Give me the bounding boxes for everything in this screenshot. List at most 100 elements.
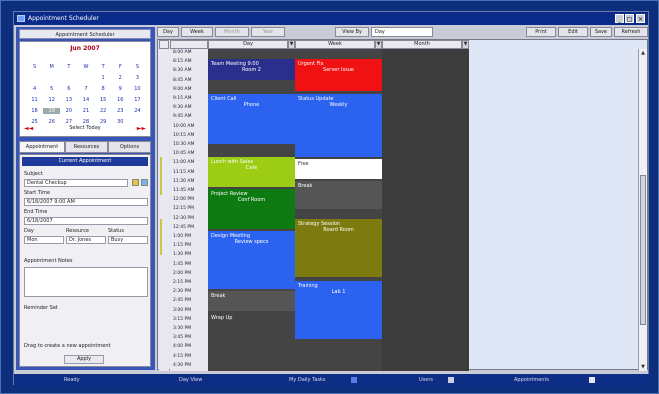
folder-icon[interactable] [132,179,139,186]
tab-resources[interactable]: Resources [65,141,108,153]
calendar-day[interactable]: 21 [77,108,94,114]
tasks-icon[interactable] [351,377,357,383]
calendar-day[interactable] [77,75,94,81]
appointment-block[interactable]: Training Lab 1 [295,281,382,339]
resource-field[interactable]: Dr. Jones [66,236,106,244]
minimize-icon[interactable]: _ [615,14,624,23]
view-select[interactable]: Day [371,27,433,37]
appointments-icon[interactable] [589,377,595,383]
appointment-block[interactable]: Wrap Up [208,313,295,339]
sidebar-header: Appointment Scheduler [19,29,151,39]
appointment-block[interactable]: Design Meeting Review specs [208,231,295,289]
maximize-icon[interactable]: □ [625,14,634,23]
appointment-block[interactable]: Strategy Session Board Room [295,219,382,277]
weekday-label: T [101,64,105,70]
calendar-day[interactable]: 24 [129,108,146,114]
lookup-icon[interactable] [141,179,148,186]
calendar-day[interactable] [43,75,60,81]
resource-label: Resource [66,228,89,234]
calendar-day[interactable]: 11 [26,97,43,103]
time-header [170,40,208,49]
edit-button[interactable]: Edit [558,27,588,37]
calendar-footer: ◄◄ Select Today ►► [20,125,150,133]
tab-appointment[interactable]: Appointment [19,141,65,153]
week-button[interactable]: Week [181,27,213,37]
calendar-day[interactable]: 2 [112,75,129,81]
users-icon[interactable] [448,377,454,383]
calendar-day[interactable]: 10 [129,86,146,92]
appointment-block[interactable]: Break [208,291,295,311]
calendar-day[interactable]: 8 [95,86,112,92]
calendar-day[interactable] [26,75,43,81]
calendar-day[interactable]: 16 [112,97,129,103]
scroll-thumb[interactable] [640,175,646,325]
time-label: 4:00 PM [173,344,192,350]
column-header-month[interactable]: Month [382,40,462,49]
scroll-up-icon[interactable]: ▲ [639,49,647,57]
start-field[interactable]: 6/18/2007 9:00 AM [24,198,148,206]
prev-month-icon[interactable]: ◄◄ [24,125,33,132]
status-appointments[interactable]: Appointments [514,374,549,386]
appointment-block[interactable]: Urgent Fix Server Issue [295,59,382,91]
refresh-button[interactable]: Refresh [614,27,648,37]
column-header-week[interactable]: Week [295,40,375,49]
appointment-block[interactable]: Free [295,159,382,179]
subject-label: Subject [24,171,43,177]
calendar-day[interactable] [60,75,77,81]
calendar-day[interactable]: 1 [95,75,112,81]
calendar-day[interactable]: 13 [60,97,77,103]
appointment-detail: Conf Room [237,197,266,203]
chevron-down-icon[interactable]: ▼ [462,40,469,49]
appointment-block[interactable]: Client Call Phone [208,94,295,144]
status-tasks[interactable]: My Daily Tasks [289,374,326,386]
calendar-day[interactable]: 17 [129,97,146,103]
status-users[interactable]: Users [419,374,433,386]
view-by-label: View By [335,27,369,37]
calendar-day[interactable]: 23 [112,108,129,114]
calendar-day[interactable]: 3 [129,75,146,81]
calendar-day[interactable]: 7 [77,86,94,92]
calendar-day[interactable]: 19 [43,108,61,114]
weekday-label: S [32,64,37,70]
end-field[interactable]: 6/18/2007 [24,217,148,225]
time-label: 9:15 AM [173,96,192,101]
month-button[interactable]: Month [215,27,249,37]
status-field[interactable]: Busy [108,236,148,244]
weekday-label: S [135,64,139,70]
day-field[interactable]: Mon [24,236,64,244]
column-header-day[interactable]: Day [208,40,288,49]
day-button[interactable]: Day [157,27,179,37]
next-month-icon[interactable]: ►► [137,125,146,132]
print-button[interactable]: Print [526,27,556,37]
calendar-day[interactable]: 15 [95,97,112,103]
calendar-day[interactable]: 6 [60,86,77,92]
chevron-down-icon[interactable]: ▼ [375,40,382,49]
calendar-day[interactable]: 20 [60,108,77,114]
window-title: Appointment Scheduler [28,15,99,22]
calendar-day[interactable]: 5 [43,86,60,92]
calendar-day[interactable]: 22 [95,108,112,114]
appointment-block[interactable]: Break [295,181,382,209]
calendar-day[interactable]: 4 [26,86,43,92]
chevron-down-icon[interactable]: ▼ [288,40,295,49]
calendar-day[interactable]: 18 [26,108,43,114]
calendar-day[interactable]: 12 [43,97,60,103]
vertical-scrollbar[interactable]: ▲ ▼ [638,49,647,371]
toolbar: Day Week Month Year View By Day Print Ed… [157,27,648,38]
calendar-day[interactable]: 14 [77,97,94,103]
appointment-block[interactable]: Team Meeting 9:00 Room 2 [208,59,295,80]
apply-button[interactable]: Apply [64,355,104,364]
year-button[interactable]: Year [251,27,285,37]
select-today-link[interactable]: Select Today [69,125,100,131]
save-button[interactable]: Save [590,27,612,37]
close-icon[interactable]: × [636,14,645,23]
scroll-down-icon[interactable]: ▼ [639,363,647,371]
tab-options[interactable]: Options [108,141,151,153]
appointment-block[interactable]: Project Review Conf Room [208,189,295,229]
appointment-block[interactable]: Lunch with Sales Cafe [208,157,295,187]
subject-field[interactable]: Dental Checkup [24,179,128,187]
appointment-block[interactable]: Status Update Weekly [295,94,382,157]
calendar-day[interactable]: 9 [112,86,129,92]
notes-field[interactable] [24,267,148,297]
resource-column-1: Team Meeting 9:00 Room 2 Client Call Phone L… [208,49,295,371]
